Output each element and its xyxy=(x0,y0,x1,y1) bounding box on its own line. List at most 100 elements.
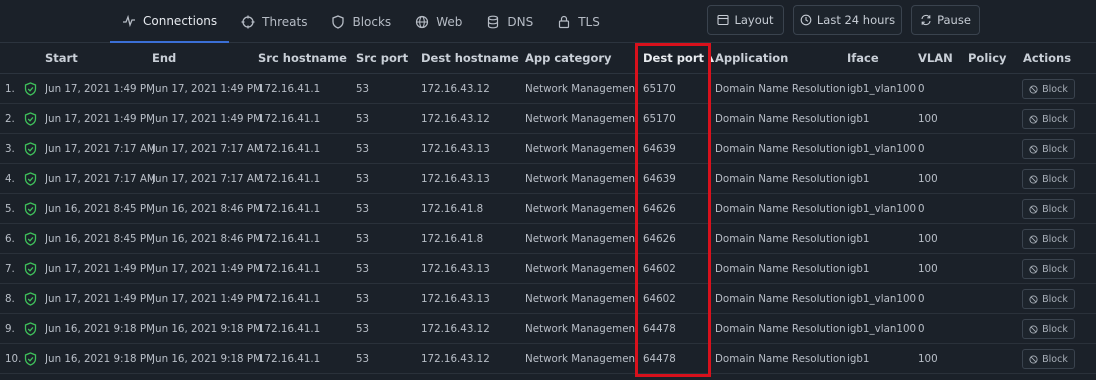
block-icon xyxy=(1029,354,1038,364)
table-row[interactable]: 8. Jun 17, 2021 1:49 PM Jun 17, 2021 1:49 … xyxy=(0,284,1096,314)
app-category-cell: Network Management xyxy=(525,323,635,335)
shield-check-icon xyxy=(24,142,37,156)
src-port-cell: 53 xyxy=(356,143,370,155)
column-header-src-hostname[interactable]: Src hostname xyxy=(258,51,347,65)
start-cell: Jun 16, 2021 9:18 PM xyxy=(45,353,155,365)
block-button[interactable]: Block xyxy=(1022,199,1075,219)
table-row[interactable]: 7. Jun 17, 2021 1:49 PM Jun 17, 2021 1:49 … xyxy=(0,254,1096,284)
row-number: 3. xyxy=(5,143,15,155)
tab-web[interactable]: Web xyxy=(403,0,474,43)
start-cell: Jun 17, 2021 1:49 PM xyxy=(45,263,155,275)
start-cell: Jun 17, 2021 1:49 PM xyxy=(45,113,155,125)
shield-check-icon xyxy=(24,172,37,186)
dest-hostname-cell: 172.16.43.12 xyxy=(421,323,490,335)
dest-port-cell: 64478 xyxy=(643,353,676,365)
block-button[interactable]: Block xyxy=(1022,349,1075,369)
block-button[interactable]: Block xyxy=(1022,139,1075,159)
src-port-cell: 53 xyxy=(356,353,370,365)
dest-port-cell: 65170 xyxy=(643,113,676,125)
block-button[interactable]: Block xyxy=(1022,229,1075,249)
app-category-cell: Network Management xyxy=(525,83,635,95)
start-cell: Jun 16, 2021 9:18 PM xyxy=(45,323,155,335)
table-row[interactable]: 10. Jun 16, 2021 9:18 PM Jun 16, 2021 9:18… xyxy=(0,344,1096,374)
dest-hostname-cell: 172.16.43.13 xyxy=(421,173,490,185)
dest-hostname-cell: 172.16.43.13 xyxy=(421,263,490,275)
dest-hostname-cell: 172.16.43.12 xyxy=(421,113,490,125)
column-header-policy[interactable]: Policy xyxy=(968,51,1007,65)
table-row[interactable]: 1. Jun 17, 2021 1:49 PM Jun 17, 2021 1:49 … xyxy=(0,74,1096,104)
end-cell: Jun 16, 2021 8:46 PM xyxy=(152,203,262,215)
tab-label: Web xyxy=(436,14,463,29)
dest-hostname-cell: 172.16.43.12 xyxy=(421,83,490,95)
src-hostname-cell: 172.16.41.1 xyxy=(258,323,321,335)
dest-hostname-cell: 172.16.43.13 xyxy=(421,293,490,305)
table-row[interactable]: 2. Jun 17, 2021 1:49 PM Jun 17, 2021 1:49 … xyxy=(0,104,1096,134)
column-header-application[interactable]: Application xyxy=(715,51,788,65)
tab-connections[interactable]: Connections xyxy=(110,0,230,43)
column-header-app-category[interactable]: App category xyxy=(525,51,612,65)
application-cell: Domain Name Resolution xyxy=(715,143,846,155)
start-cell: Jun 16, 2021 8:45 PM xyxy=(45,233,155,245)
tab-bar: Connections Threats Blocks Web DNS TLS xyxy=(110,0,612,43)
column-header-start[interactable]: Start xyxy=(45,51,78,65)
row-number: 9. xyxy=(5,323,15,335)
block-icon xyxy=(1029,174,1038,184)
dest-hostname-cell: 172.16.43.13 xyxy=(421,143,490,155)
iface-cell: igb1_vlan100 xyxy=(847,83,917,95)
app-category-cell: Network Management xyxy=(525,353,635,365)
table-row[interactable]: 9. Jun 16, 2021 9:18 PM Jun 16, 2021 9:18 … xyxy=(0,314,1096,344)
block-button-label: Block xyxy=(1042,143,1068,155)
iface-cell: igb1 xyxy=(847,233,870,245)
pause-button[interactable]: Pause xyxy=(911,5,980,35)
column-header-iface[interactable]: Iface xyxy=(847,51,879,65)
end-cell: Jun 16, 2021 9:18 PM xyxy=(152,323,262,335)
vlan-cell: 100 xyxy=(918,353,938,365)
table-row[interactable]: 6. Jun 16, 2021 8:45 PM Jun 16, 2021 8:46 … xyxy=(0,224,1096,254)
app-category-cell: Network Management xyxy=(525,173,635,185)
vlan-cell: 0 xyxy=(918,323,925,335)
row-number: 1. xyxy=(5,83,15,95)
tab-dns[interactable]: DNS xyxy=(474,0,545,43)
src-port-cell: 53 xyxy=(356,263,370,275)
block-icon xyxy=(1029,114,1038,124)
block-icon xyxy=(1029,234,1038,244)
src-hostname-cell: 172.16.41.1 xyxy=(258,83,321,95)
src-port-cell: 53 xyxy=(356,233,370,245)
time-range-label: Last 24 hours xyxy=(816,13,896,27)
column-header-src-port[interactable]: Src port xyxy=(356,51,408,65)
tab-threats[interactable]: Threats xyxy=(229,0,319,43)
app-category-cell: Network Management xyxy=(525,143,635,155)
src-hostname-cell: 172.16.41.1 xyxy=(258,233,321,245)
dest-port-cell: 64639 xyxy=(643,143,676,155)
iface-cell: igb1_vlan100 xyxy=(847,323,917,335)
shield-check-icon xyxy=(24,112,37,126)
tab-blocks[interactable]: Blocks xyxy=(319,0,403,43)
column-header-vlan[interactable]: VLAN xyxy=(918,51,953,65)
block-button[interactable]: Block xyxy=(1022,289,1075,309)
src-hostname-cell: 172.16.41.1 xyxy=(258,293,321,305)
iface-cell: igb1 xyxy=(847,113,870,125)
table-row[interactable]: 5. Jun 16, 2021 8:45 PM Jun 16, 2021 8:46 … xyxy=(0,194,1096,224)
row-number: 4. xyxy=(5,173,15,185)
time-range-button[interactable]: Last 24 hours xyxy=(793,5,902,35)
block-button-label: Block xyxy=(1042,323,1068,335)
src-hostname-cell: 172.16.41.1 xyxy=(258,113,321,125)
column-header-end[interactable]: End xyxy=(152,51,176,65)
column-header-dest-port[interactable]: Dest port ▲ xyxy=(643,51,714,65)
block-button[interactable]: Block xyxy=(1022,79,1075,99)
table-row[interactable]: 4. Jun 17, 2021 7:17 AM Jun 17, 2021 7:17 … xyxy=(0,164,1096,194)
application-cell: Domain Name Resolution xyxy=(715,203,846,215)
block-button[interactable]: Block xyxy=(1022,109,1075,129)
start-cell: Jun 17, 2021 1:49 PM xyxy=(45,293,155,305)
layout-button[interactable]: Layout xyxy=(707,5,784,35)
app-category-cell: Network Management xyxy=(525,263,635,275)
block-button[interactable]: Block xyxy=(1022,259,1075,279)
column-header-dest-hostname[interactable]: Dest hostname xyxy=(421,51,519,65)
block-button[interactable]: Block xyxy=(1022,319,1075,339)
block-button[interactable]: Block xyxy=(1022,169,1075,189)
tab-tls[interactable]: TLS xyxy=(545,0,612,43)
vlan-cell: 100 xyxy=(918,263,938,275)
end-cell: Jun 16, 2021 8:46 PM xyxy=(152,233,262,245)
src-hostname-cell: 172.16.41.1 xyxy=(258,263,321,275)
table-row[interactable]: 3. Jun 17, 2021 7:17 AM Jun 17, 2021 7:17 … xyxy=(0,134,1096,164)
